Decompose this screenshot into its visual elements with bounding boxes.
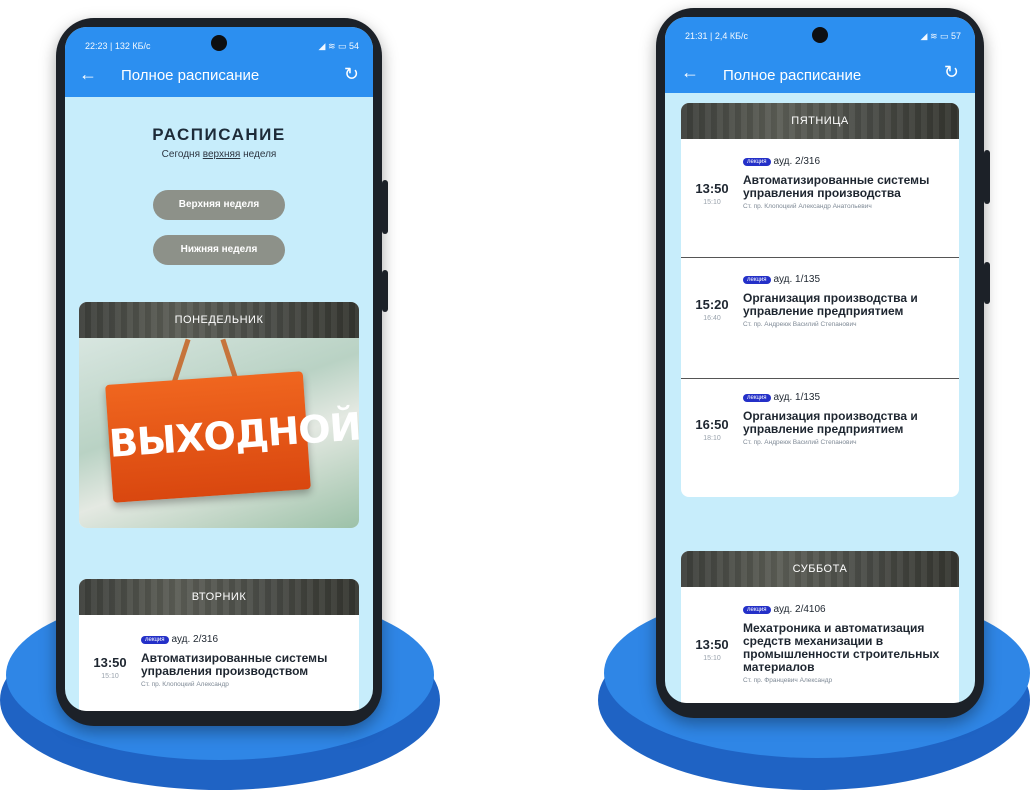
lesson-divider <box>681 257 959 258</box>
front-camera <box>812 27 828 43</box>
lesson-body: лекция ауд. 2/316 Автоматизированные сист… <box>141 631 349 689</box>
lesson-item[interactable]: 13:50 15:10 лекция ауд. 2/316 Автоматизир… <box>681 147 959 257</box>
lesson-start: 13:50 <box>695 637 729 652</box>
day-card-tuesday: ВТОРНИК 13:50 15:10 лекция ауд. 2/316 Авт… <box>79 579 359 711</box>
lesson-end: 15:10 <box>703 199 721 206</box>
status-icons: ◢ ≋ ▭ 57 <box>920 31 961 41</box>
lesson-room: ауд. 2/316 <box>171 634 219 646</box>
schedule-heading: РАСПИСАНИЕ <box>152 125 286 144</box>
lesson-start: 13:50 <box>695 181 729 196</box>
lesson-start: 13:50 <box>93 655 127 670</box>
lesson-subject: Автоматизированные системы управления пр… <box>743 173 930 200</box>
lesson-teacher: Ст. пр. Андреюк Василий Степанович <box>743 321 857 328</box>
lesson-end: 15:10 <box>101 673 119 680</box>
subtitle-prefix: Сегодня <box>161 149 200 160</box>
back-icon[interactable]: ← <box>681 63 699 81</box>
upper-week-button[interactable]: Верхняя неделя <box>153 190 285 220</box>
holiday-sign: ВЫХОДНОЙ <box>105 371 359 503</box>
lesson-end: 16:40 <box>703 315 721 322</box>
lesson-start: 16:50 <box>695 417 729 432</box>
lesson-time: 13:50 15:10 <box>91 655 129 680</box>
lesson-room: ауд. 1/135 <box>773 274 821 286</box>
lesson-time: 13:50 15:10 <box>693 181 731 206</box>
lesson-type-badge: лекция <box>141 635 169 644</box>
lesson-type-badge: лекция <box>743 605 771 614</box>
back-icon[interactable]: ← <box>79 65 97 83</box>
lesson-start: 15:20 <box>695 297 729 312</box>
day-card-friday: ПЯТНИЦА 13:50 15:10 лекция ауд. 2/316 Авт… <box>681 103 959 497</box>
lesson-subject: Организация производства и управление пр… <box>743 291 918 318</box>
refresh-icon[interactable]: ↻ <box>944 63 959 81</box>
lesson-time: 13:50 15:10 <box>693 637 731 662</box>
day-card-saturday: СУББОТА 13:50 15:10 лекция ауд. 2/4106 Ме… <box>681 551 959 703</box>
lesson-body: лекция ауд. 2/316 Автоматизированные сист… <box>743 153 949 211</box>
lesson-room: ауд. 2/316 <box>773 156 821 168</box>
lesson-divider <box>681 378 959 379</box>
lesson-teacher: Ст. пр. Клопоцкий Александр Анатольевич <box>743 203 872 210</box>
lesson-item[interactable]: 15:20 16:40 лекция ауд. 1/135 Организация… <box>681 263 959 373</box>
lesson-item[interactable]: 13:50 15:10 лекция ауд. 2/316 Автоматизир… <box>79 625 359 711</box>
right-phone-power-button <box>984 150 990 204</box>
lesson-item[interactable]: 16:50 18:10 лекция ауд. 1/135 Организация… <box>681 383 959 493</box>
lesson-end: 15:10 <box>703 655 721 662</box>
status-time: 21:31 | 2,4 КБ/с <box>685 31 749 41</box>
lesson-subject: Мехатроника и автоматизация средств меха… <box>743 621 940 674</box>
battery-level: 57 <box>950 31 961 41</box>
day-header: ПЯТНИЦА <box>681 103 959 139</box>
refresh-icon[interactable]: ↻ <box>344 65 359 83</box>
lesson-teacher: Ст. пр. Андреюк Василий Степанович <box>743 439 857 446</box>
lesson-room: ауд. 2/4106 <box>773 604 826 616</box>
lesson-subject: Организация производства и управление пр… <box>743 409 918 436</box>
lesson-teacher: Ст. пр. Францевич Александр <box>743 677 833 684</box>
right-phone-volume-button <box>984 262 990 304</box>
day-name: ВТОРНИК <box>191 591 247 603</box>
lesson-type-badge: лекция <box>743 275 771 284</box>
lesson-body: лекция ауд. 1/135 Организация производств… <box>743 271 949 329</box>
left-screen: 22:23 | 132 КБ/с ◢ ≋ ▭ 54 ← Полное распи… <box>65 27 373 711</box>
day-header: ПОНЕДЕЛЬНИК <box>79 302 359 338</box>
day-header: СУББОТА <box>681 551 959 587</box>
front-camera <box>211 35 227 51</box>
lesson-type-badge: лекция <box>743 157 771 166</box>
subtitle-week: верхняя <box>202 149 241 160</box>
lesson-room: ауд. 1/135 <box>773 392 821 404</box>
battery-level: 54 <box>348 41 359 51</box>
lesson-body: лекция ауд. 1/135 Организация производств… <box>743 389 949 447</box>
lesson-time: 16:50 18:10 <box>693 417 731 442</box>
right-screen: 21:31 | 2,4 КБ/с ◢ ≋ ▭ 57 ← Полное распи… <box>665 17 975 703</box>
lesson-item[interactable]: 13:50 15:10 лекция ауд. 2/4106 Мехатроник… <box>681 595 959 703</box>
lesson-type-badge: лекция <box>743 393 771 402</box>
lesson-body: лекция ауд. 2/4106 Мехатроника и автомати… <box>743 601 949 685</box>
lesson-time: 15:20 16:40 <box>693 297 731 322</box>
right-phone: 21:31 | 2,4 КБ/с ◢ ≋ ▭ 57 ← Полное распи… <box>656 8 984 718</box>
app-bar: 22:23 | 132 КБ/с ◢ ≋ ▭ 54 ← Полное распи… <box>65 27 373 97</box>
page-title: Полное расписание <box>723 67 862 84</box>
left-phone-power-button <box>382 180 388 234</box>
subtitle-suffix: неделя <box>243 149 277 160</box>
day-header: ВТОРНИК <box>79 579 359 615</box>
lower-week-button[interactable]: Нижняя неделя <box>153 235 285 265</box>
day-name: ПОНЕДЕЛЬНИК <box>174 314 264 326</box>
app-bar: 21:31 | 2,4 КБ/с ◢ ≋ ▭ 57 ← Полное распи… <box>665 17 975 93</box>
lesson-subject: Автоматизированные системы управления пр… <box>141 651 328 678</box>
page-title: Полное расписание <box>121 67 260 84</box>
status-time: 22:23 | 132 КБ/с <box>85 41 151 51</box>
left-phone-volume-button <box>382 270 388 312</box>
current-week-text: Сегодня верхняя неделя <box>65 149 373 160</box>
lesson-teacher: Ст. пр. Клопоцкий Александр <box>141 681 229 688</box>
day-card-monday: ПОНЕДЕЛЬНИК ВЫХОДНОЙ <box>79 302 359 528</box>
holiday-image: ВЫХОДНОЙ <box>79 338 359 528</box>
left-phone: 22:23 | 132 КБ/с ◢ ≋ ▭ 54 ← Полное распи… <box>56 18 382 726</box>
day-name: СУББОТА <box>792 563 848 575</box>
status-icons: ◢ ≋ ▭ 54 <box>318 41 359 51</box>
lesson-end: 18:10 <box>703 435 721 442</box>
day-name: ПЯТНИЦА <box>791 115 849 127</box>
